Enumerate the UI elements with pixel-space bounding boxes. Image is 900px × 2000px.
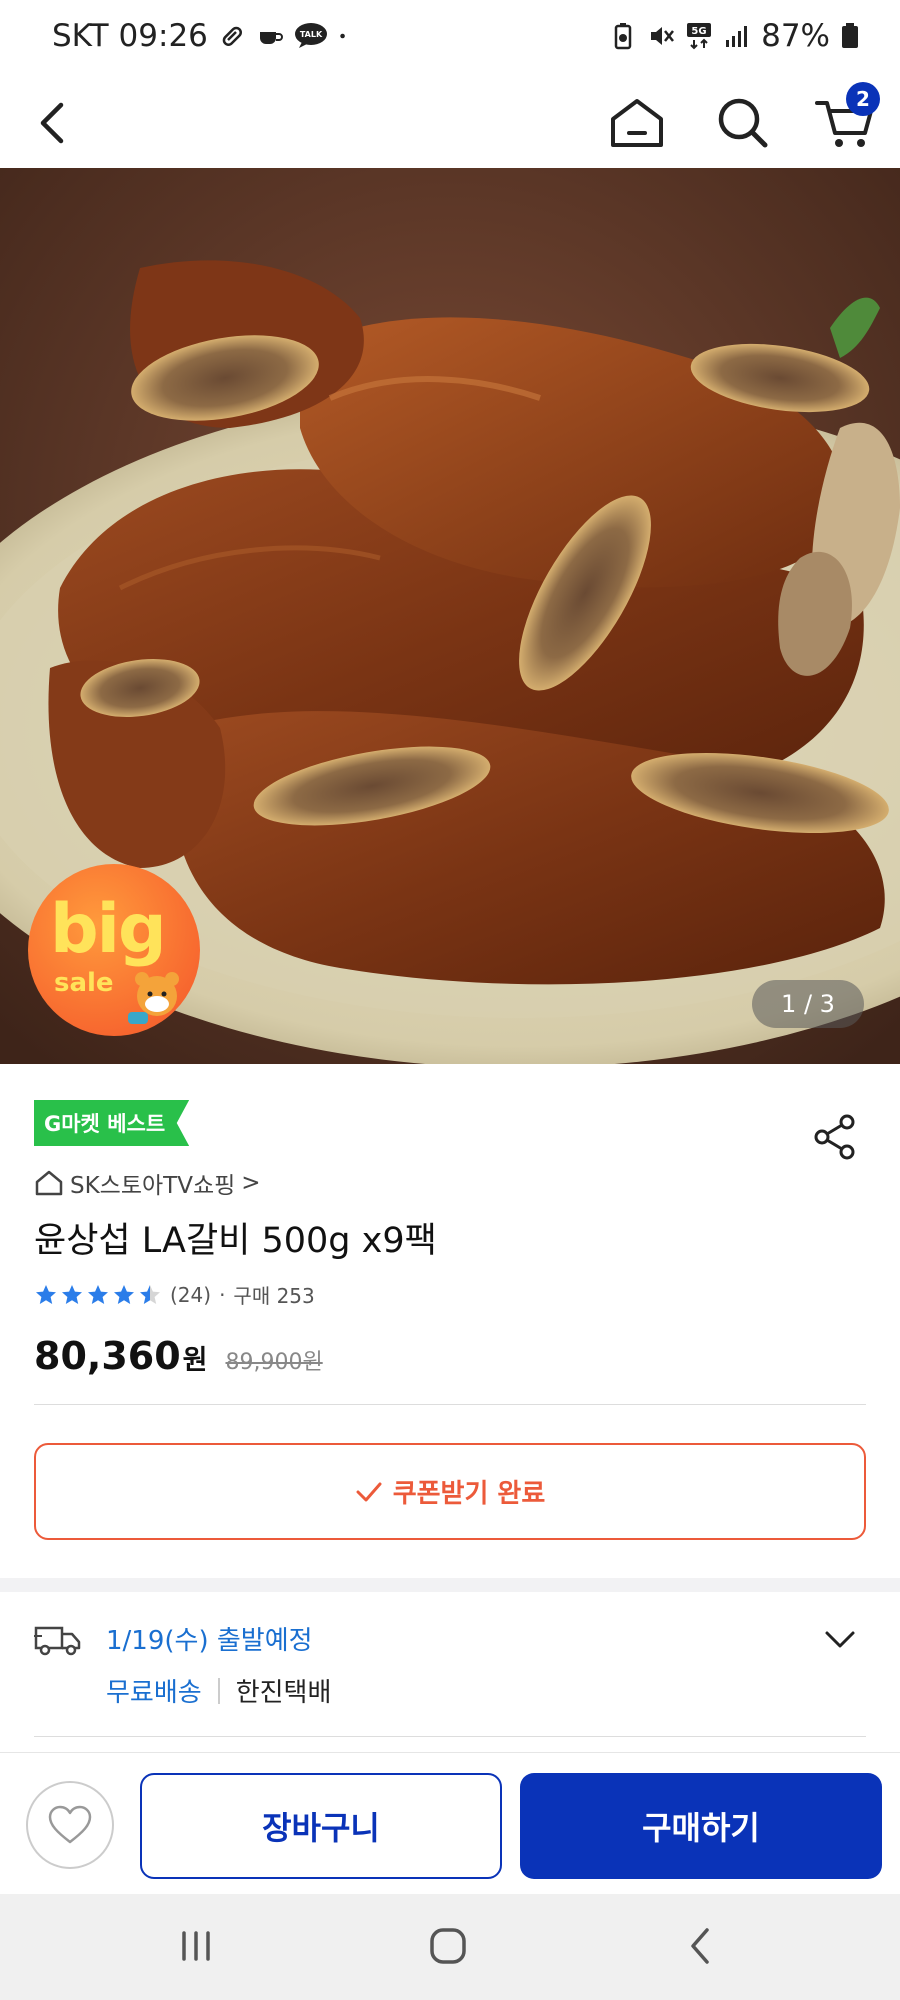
- share-button[interactable]: [810, 1112, 860, 1162]
- image-counter: 1 / 3: [752, 980, 864, 1028]
- pill-icon: [222, 26, 242, 46]
- back-button[interactable]: [16, 86, 90, 160]
- star-icon: [114, 1284, 134, 1304]
- seller-arrow: >: [241, 1170, 261, 1196]
- home-icon: [611, 99, 663, 147]
- delivery-section[interactable]: 1/19(수) 출발예정 무료배송 한진택배: [0, 1592, 900, 1752]
- talk-icon-label: TALK: [300, 30, 323, 39]
- star-icon: [88, 1284, 108, 1304]
- coffee-icon: [259, 32, 283, 44]
- status-left: SKT 09:26 TALK: [52, 18, 354, 54]
- recent-apps-button[interactable]: [166, 1924, 226, 1968]
- mute-icon: [651, 27, 675, 45]
- back-chevron-icon: [691, 1928, 709, 1964]
- battery-percent: 87%: [761, 18, 830, 54]
- clock: 09:26: [118, 18, 208, 54]
- network-5g-label: 5G: [692, 26, 707, 37]
- sale-price-unit: 원: [182, 1345, 208, 1376]
- add-to-cart-button[interactable]: 장바구니: [140, 1773, 502, 1879]
- rating-separator: ·: [219, 1282, 226, 1307]
- gmarket-best-badge: G마켓 베스트: [34, 1100, 190, 1146]
- seller-name: SK스토아TV쇼핑: [70, 1173, 236, 1199]
- coupon-button[interactable]: 쿠폰받기 완료: [34, 1443, 866, 1540]
- talk-icon: TALK: [294, 23, 327, 48]
- search-button[interactable]: [706, 86, 780, 160]
- price-row: 80,360원 89,900원: [34, 1334, 323, 1378]
- search-icon: [718, 98, 768, 148]
- divider: [34, 1404, 866, 1405]
- network-5g-icon: 5G: [687, 23, 712, 50]
- home-button[interactable]: [600, 86, 674, 160]
- back-nav-button[interactable]: [670, 1924, 730, 1968]
- status-bar: SKT 09:26 TALK 5G 87%: [0, 0, 900, 78]
- divider: [34, 1736, 866, 1737]
- delivery-truck-icon: [34, 1626, 81, 1656]
- star-icon: [140, 1284, 160, 1304]
- shipping-fee: 무료배송: [106, 1678, 202, 1708]
- star-icon: [36, 1284, 56, 1304]
- product-image-carousel[interactable]: big sale 1 / 3: [0, 168, 900, 1064]
- cart-button[interactable]: 2: [808, 82, 882, 160]
- chevron-down-icon[interactable]: [824, 1630, 856, 1650]
- system-nav-bar: [0, 1894, 900, 2000]
- star-icon: [62, 1284, 82, 1304]
- home-nav-button[interactable]: [418, 1924, 478, 1968]
- courier-name: 한진택배: [235, 1678, 332, 1708]
- home-circle-icon: [430, 1928, 466, 1964]
- coupon-label: 쿠폰받기 완료: [392, 1479, 546, 1509]
- carrier-label: SKT: [52, 18, 109, 54]
- section-gap: [0, 1578, 900, 1592]
- ship-date: 1/19(수) 출발예정: [106, 1626, 313, 1656]
- buy-now-button[interactable]: 구매하기: [520, 1773, 882, 1879]
- wishlist-button[interactable]: [26, 1781, 114, 1869]
- tiger-mascot-icon: [128, 972, 179, 1024]
- cart-count-badge: 2: [846, 82, 880, 116]
- bottom-action-bar: 장바구니 구매하기: [0, 1752, 900, 1894]
- original-price: 89,900원: [225, 1350, 323, 1375]
- star-rating: [34, 1283, 162, 1307]
- big-sale-badge: big sale: [28, 864, 200, 1036]
- check-icon: [356, 1482, 382, 1501]
- product-title: 윤상섭 LA갈비 500g x9팩: [34, 1221, 437, 1261]
- top-nav: 2: [0, 78, 900, 168]
- purchase-count: 구매 253: [233, 1284, 315, 1308]
- chevron-left-icon: [40, 102, 64, 144]
- shipping-info: 무료배송 한진택배: [106, 1672, 331, 1709]
- seller-link[interactable]: SK스토아TV쇼핑 >: [34, 1166, 261, 1200]
- review-count: (24): [170, 1282, 212, 1307]
- big-sale-line2: sale: [54, 968, 114, 998]
- battery-saver-icon: [614, 23, 632, 50]
- notification-dot-icon: [340, 33, 345, 39]
- recent-apps-icon: [182, 1931, 210, 1961]
- separator: [217, 1677, 220, 1704]
- store-home-icon: [35, 1170, 63, 1196]
- signal-icon: [726, 26, 748, 47]
- rating-row[interactable]: (24) · 구매 253: [34, 1280, 315, 1309]
- share-icon: [814, 1114, 855, 1160]
- status-right: 5G 87%: [609, 18, 860, 54]
- battery-icon: [842, 23, 858, 48]
- big-sale-line1: big: [50, 890, 167, 969]
- heart-icon: [48, 1805, 92, 1844]
- sale-price: 80,360: [34, 1334, 181, 1378]
